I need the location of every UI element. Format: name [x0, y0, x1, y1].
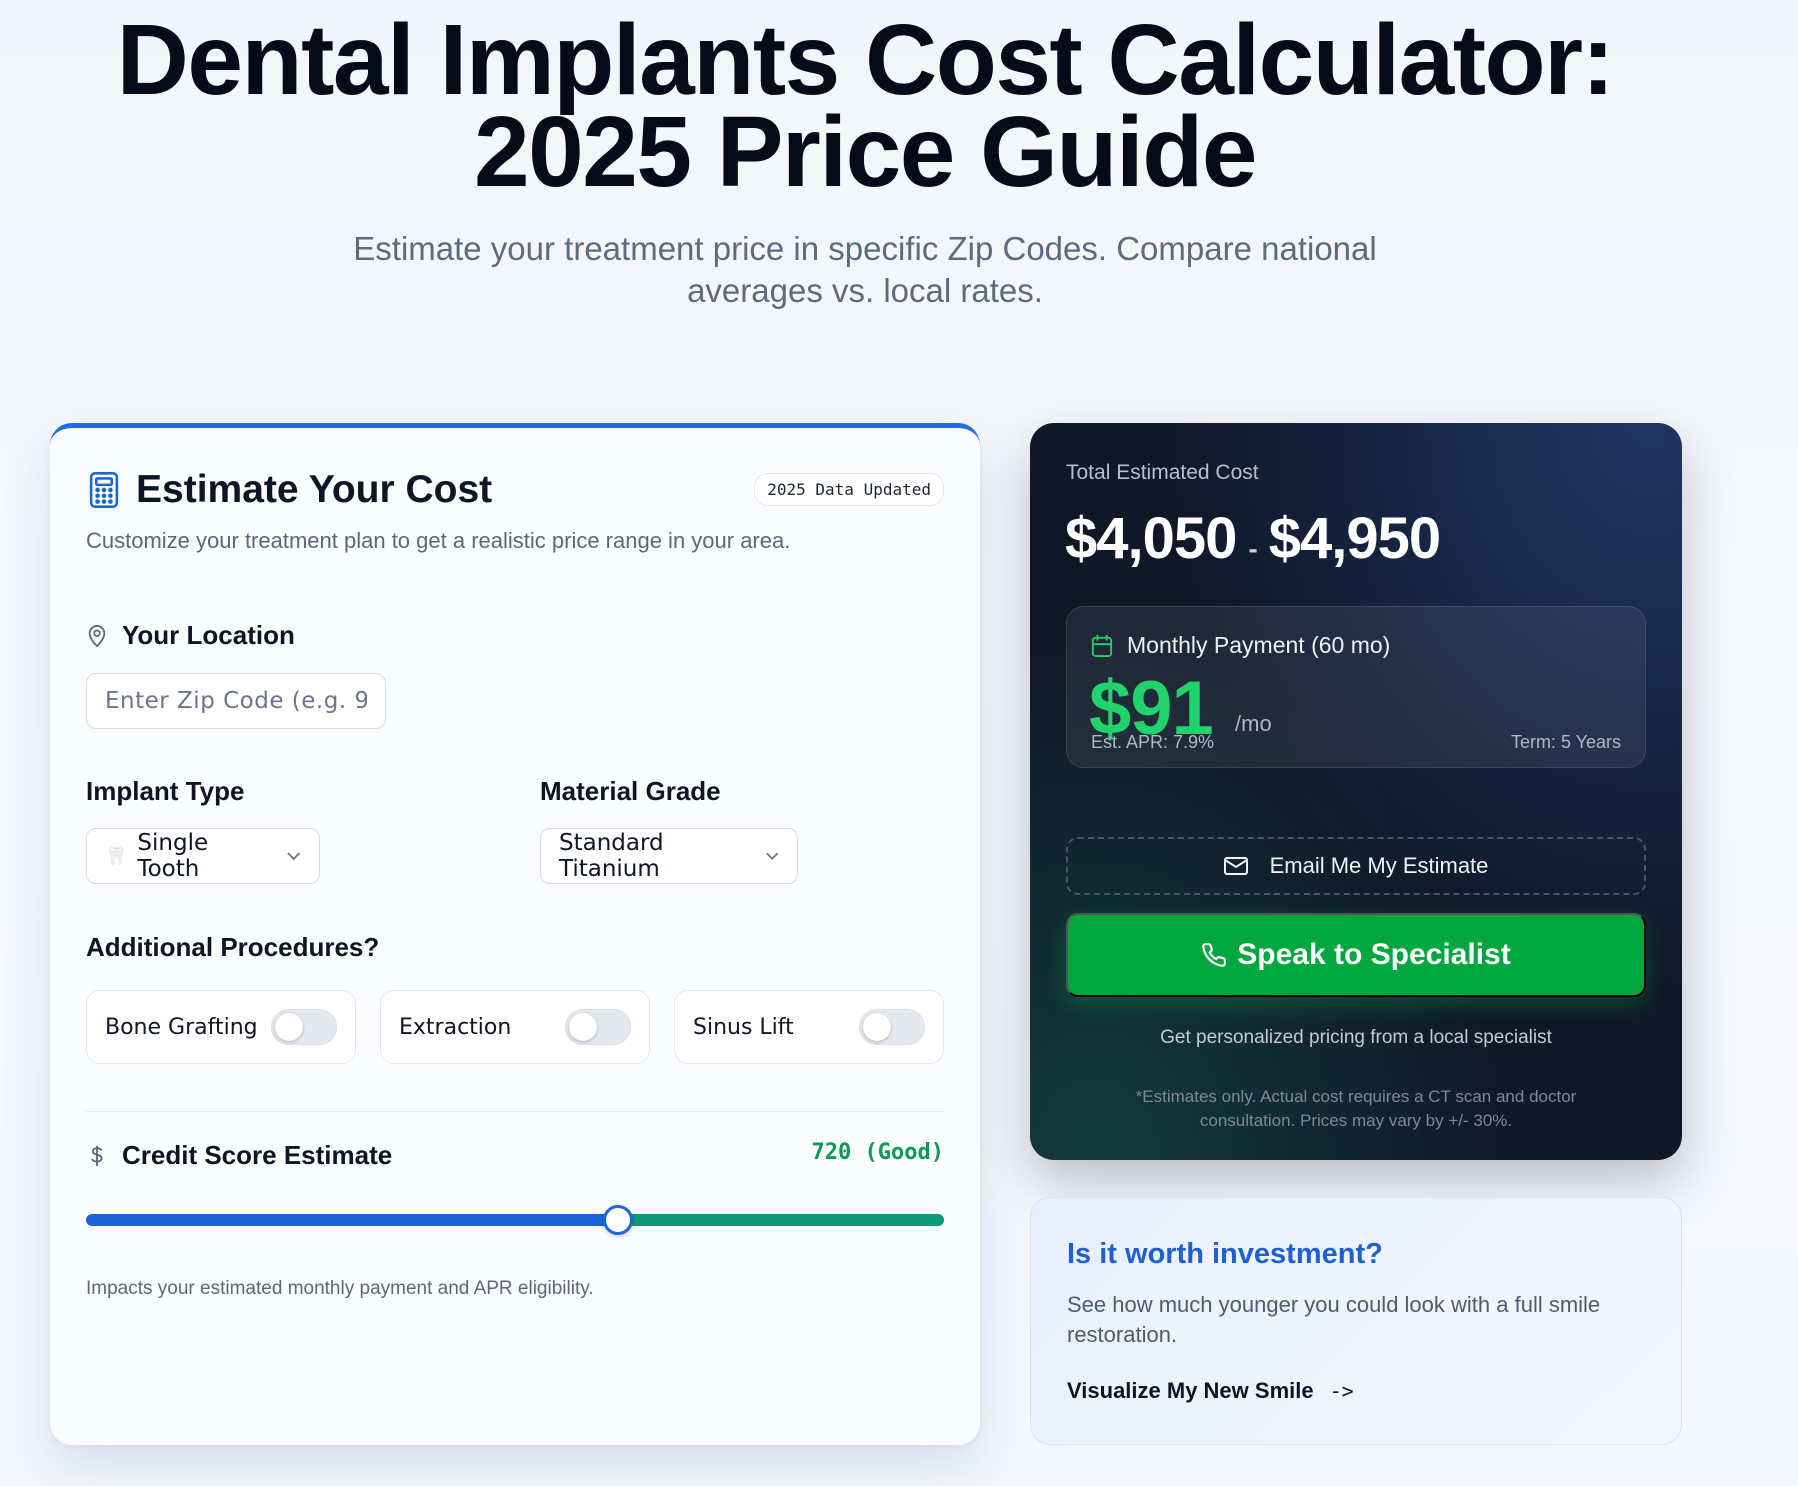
cost-summary-card: Total Estimated Cost $4,050 - $4,950 Mon…: [1030, 423, 1682, 1160]
estimator-description: Customize your treatment plan to get a r…: [86, 528, 791, 553]
procedure-sinus-lift[interactable]: Sinus Lift: [674, 990, 944, 1064]
procedure-extraction[interactable]: Extraction: [380, 990, 650, 1064]
toggle-knob: [863, 1013, 891, 1041]
credit-score-note: Impacts your estimated monthly payment a…: [86, 1278, 594, 1299]
slider-thumb[interactable]: [603, 1205, 633, 1235]
location-label: Your Location: [86, 620, 295, 651]
toggle-knob: [569, 1013, 597, 1041]
credit-score-label-text: Credit Score Estimate: [122, 1140, 393, 1170]
sinus-lift-toggle[interactable]: [859, 1009, 925, 1045]
total-cost-range: $4,050 - $4,950: [1065, 505, 1441, 572]
data-updated-badge: 2025 Data Updated: [754, 473, 944, 506]
email-estimate-label: Email Me My Estimate: [1269, 853, 1489, 878]
calculator-icon: [89, 472, 119, 508]
material-grade-select[interactable]: Standard Titanium: [540, 828, 798, 884]
procedure-label: Bone Grafting: [105, 1014, 258, 1040]
total-cost-label: Total Estimated Cost: [1066, 461, 1259, 484]
tooth-icon: 🦷: [105, 845, 128, 867]
apr-estimate: Est. APR: 7.9%: [1091, 732, 1215, 752]
additional-procedures-label: Additional Procedures?: [86, 932, 380, 962]
page-subtitle: Estimate your treatment price in specifi…: [353, 230, 1377, 309]
location-label-text: Your Location: [122, 620, 295, 650]
divider: [86, 1111, 944, 1112]
monthly-payment-label: Monthly Payment (60 mo): [1127, 632, 1391, 658]
procedure-label: Extraction: [399, 1014, 512, 1040]
investment-text: See how much younger you could look with…: [1067, 1292, 1601, 1347]
total-cost-low: $4,050: [1065, 506, 1237, 571]
monthly-payment-header: Monthly Payment (60 mo): [1091, 632, 1390, 659]
zip-code-input[interactable]: [86, 673, 386, 729]
credit-score-slider[interactable]: [86, 1205, 944, 1235]
estimator-title: Estimate Your Cost: [136, 468, 493, 511]
monthly-payment-box: Monthly Payment (60 mo) $91 /mo Est. APR…: [1066, 606, 1646, 768]
monthly-payment-unit: /mo: [1235, 711, 1272, 736]
implant-type-label: Implant Type: [86, 776, 245, 806]
slider-fill-right: [618, 1214, 944, 1226]
estimator-card: Estimate Your Cost 2025 Data Updated Cus…: [50, 423, 980, 1445]
estimate-disclaimer: *Estimates only. Actual cost requires a …: [1135, 1087, 1577, 1130]
implant-type-value: Single Tooth: [137, 830, 209, 882]
procedure-label: Sinus Lift: [693, 1014, 794, 1040]
material-grade-label: Material Grade: [540, 776, 721, 806]
credit-score-value: 720 (Good): [811, 1140, 944, 1165]
phone-icon: [1202, 943, 1227, 967]
visualize-smile-label: Visualize My New Smile: [1067, 1378, 1314, 1403]
mail-icon: [1223, 857, 1248, 875]
chevron-down-icon: [765, 852, 778, 860]
speak-to-specialist-label: Speak to Specialist: [1237, 938, 1511, 971]
map-pin-icon: [88, 624, 106, 647]
dollar-icon: [91, 1145, 103, 1166]
arrow-right-icon: ->: [1329, 1379, 1354, 1403]
credit-score-label: Credit Score Estimate: [86, 1140, 392, 1171]
extraction-toggle[interactable]: [565, 1009, 631, 1045]
implant-type-select[interactable]: 🦷 Single Tooth: [86, 828, 320, 884]
investment-title: Is it worth investment?: [1067, 1238, 1383, 1270]
range-separator: -: [1248, 533, 1257, 564]
toggle-knob: [275, 1013, 303, 1041]
bone-grafting-toggle[interactable]: [271, 1009, 337, 1045]
specialist-note: Get personalized pricing from a local sp…: [1160, 1027, 1552, 1048]
speak-to-specialist-button[interactable]: Speak to Specialist: [1066, 913, 1646, 997]
estimator-header: Estimate Your Cost: [88, 468, 492, 512]
visualize-smile-link[interactable]: Visualize My New Smile ->: [1067, 1378, 1354, 1404]
calendar-icon: [1091, 634, 1113, 657]
material-grade-value: Standard Titanium: [559, 830, 664, 882]
total-cost-high: $4,950: [1268, 506, 1441, 571]
page-title: Dental Implants Cost Calculator: 2025 Pr…: [116, 4, 1615, 208]
chevron-down-icon: [286, 852, 300, 861]
loan-term: Term: 5 Years: [1510, 732, 1621, 752]
email-estimate-button[interactable]: Email Me My Estimate: [1066, 837, 1646, 895]
investment-info-card: Is it worth investment? See how much you…: [1030, 1197, 1682, 1445]
slider-fill-left: [86, 1214, 618, 1226]
procedure-bone-grafting[interactable]: Bone Grafting: [86, 990, 356, 1064]
